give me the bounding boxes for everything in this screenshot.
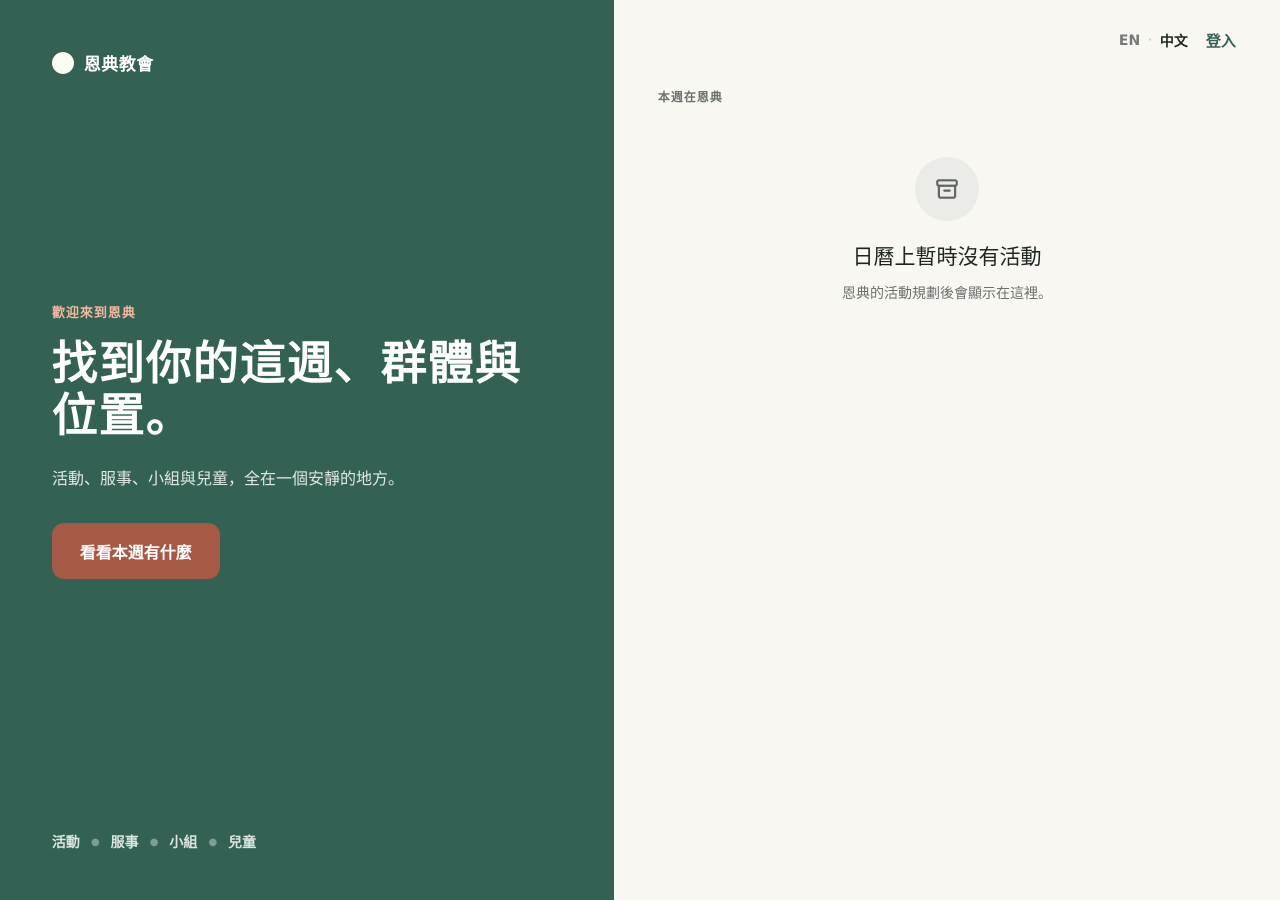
login-link[interactable]: 登入: [1206, 30, 1236, 51]
footer-nav-item-serve[interactable]: 服事: [111, 832, 139, 852]
nav-separator: ●: [149, 836, 159, 848]
hero-eyebrow: 歡迎來到恩典: [52, 306, 137, 321]
hero-subtitle: 活動、服事、小組與兒童，全在一個安靜的地方。: [52, 469, 405, 488]
footer-nav-item-kids[interactable]: 兒童: [228, 832, 256, 852]
side-panel: EN · 中文 登入 本週在恩典 日曆上暫時沒有活動 恩典的活動規劃後會顯示在這…: [614, 0, 1280, 900]
page: 恩典教會 歡迎來到恩典 找到你的這週、群體與位置。 活動、服事、小組與兒童，全在…: [0, 0, 1280, 900]
nav-separator: ●: [208, 836, 218, 848]
brand-name: 恩典教會: [84, 55, 154, 75]
footer-nav-item-groups[interactable]: 小組: [169, 832, 197, 852]
empty-state-description: 恩典的活動規劃後會顯示在這裡。: [842, 286, 1052, 302]
brand[interactable]: 恩典教會: [52, 50, 154, 75]
section-label: 本週在恩典: [658, 90, 724, 104]
language-separator: ·: [1148, 35, 1152, 46]
see-this-week-button[interactable]: 看看本週有什麼: [52, 523, 221, 579]
hero-content: 歡迎來到恩典 找到你的這週、群體與位置。 活動、服事、小組與兒童，全在一個安靜的…: [52, 302, 552, 579]
footer-nav: 活動 ● 服事 ● 小組 ● 兒童: [52, 832, 256, 852]
footer-nav-item-events[interactable]: 活動: [52, 832, 80, 852]
hero-panel: 恩典教會 歡迎來到恩典 找到你的這週、群體與位置。 活動、服事、小組與兒童，全在…: [0, 0, 614, 900]
language-option-zh[interactable]: 中文: [1160, 31, 1188, 51]
archive-box-icon: [936, 179, 958, 199]
hero-title: 找到你的這週、群體與位置。: [52, 336, 522, 442]
empty-icon-container: [915, 157, 979, 221]
empty-state: 日曆上暫時沒有活動 恩典的活動規劃後會顯示在這裡。: [614, 157, 1280, 303]
language-option-en[interactable]: EN: [1119, 33, 1140, 49]
brand-logo-icon: [52, 51, 74, 74]
empty-state-title: 日曆上暫時沒有活動: [852, 245, 1042, 269]
nav-separator: ●: [91, 836, 100, 848]
topbar: EN · 中文 登入: [1119, 30, 1236, 51]
